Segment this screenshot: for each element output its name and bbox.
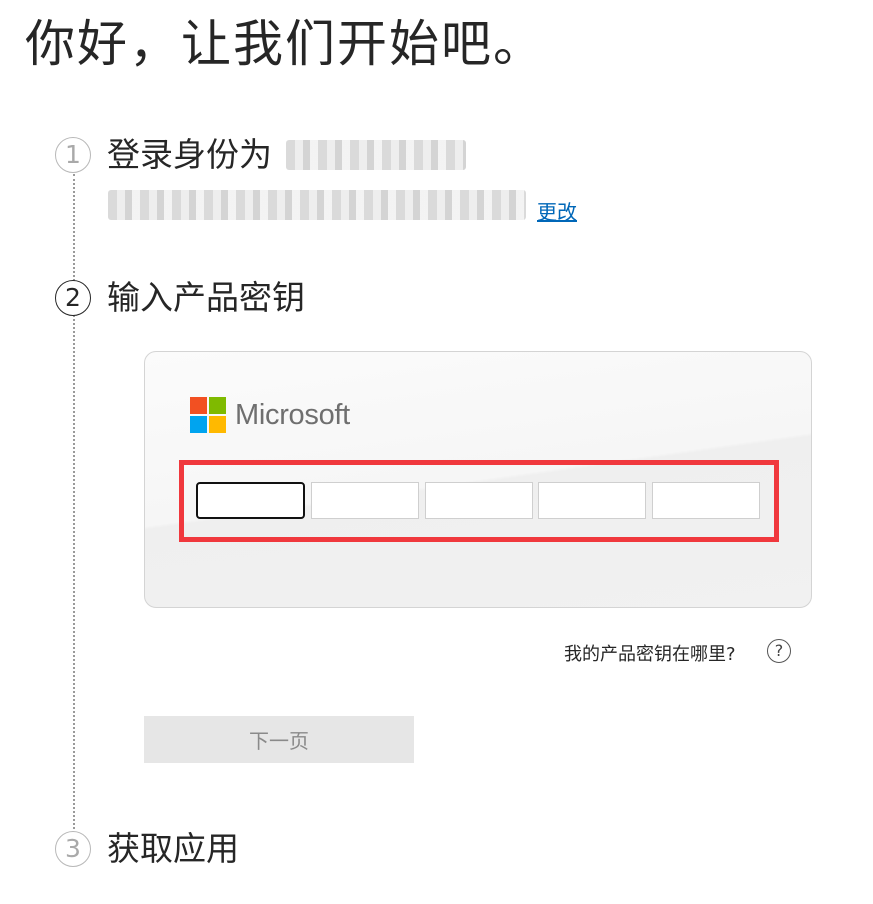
steps-connector-line (73, 174, 75, 829)
step-1-number: 1 (55, 137, 91, 173)
next-button[interactable]: 下一页 (144, 716, 414, 763)
microsoft-wordmark: Microsoft (235, 399, 350, 431)
microsoft-logo-icon (190, 397, 226, 433)
change-account-link[interactable]: 更改 (537, 196, 577, 225)
blurred-account-name (286, 140, 466, 170)
product-key-field-3[interactable] (425, 482, 533, 519)
product-key-field-2[interactable] (311, 482, 419, 519)
product-key-field-4[interactable] (538, 482, 646, 519)
step-3-title: 获取应用 (107, 829, 239, 868)
page-heading: 你好，让我们开始吧。 (25, 15, 545, 73)
blurred-account-email (108, 190, 526, 220)
step-2-number: 2 (55, 280, 91, 316)
help-circle-icon[interactable]: ? (767, 639, 791, 663)
product-key-field-1[interactable] (196, 482, 305, 519)
step-3-number: 3 (55, 831, 91, 867)
product-key-field-5[interactable] (652, 482, 760, 519)
step-1-title: 登录身份为 (107, 135, 272, 174)
step-2-title: 输入产品密钥 (107, 278, 305, 317)
where-is-my-key-link[interactable]: 我的产品密钥在哪里? (564, 640, 736, 666)
setup-page: 你好，让我们开始吧。 1 登录身份为 更改 2 输入产品密钥 Microsoft… (0, 0, 873, 904)
